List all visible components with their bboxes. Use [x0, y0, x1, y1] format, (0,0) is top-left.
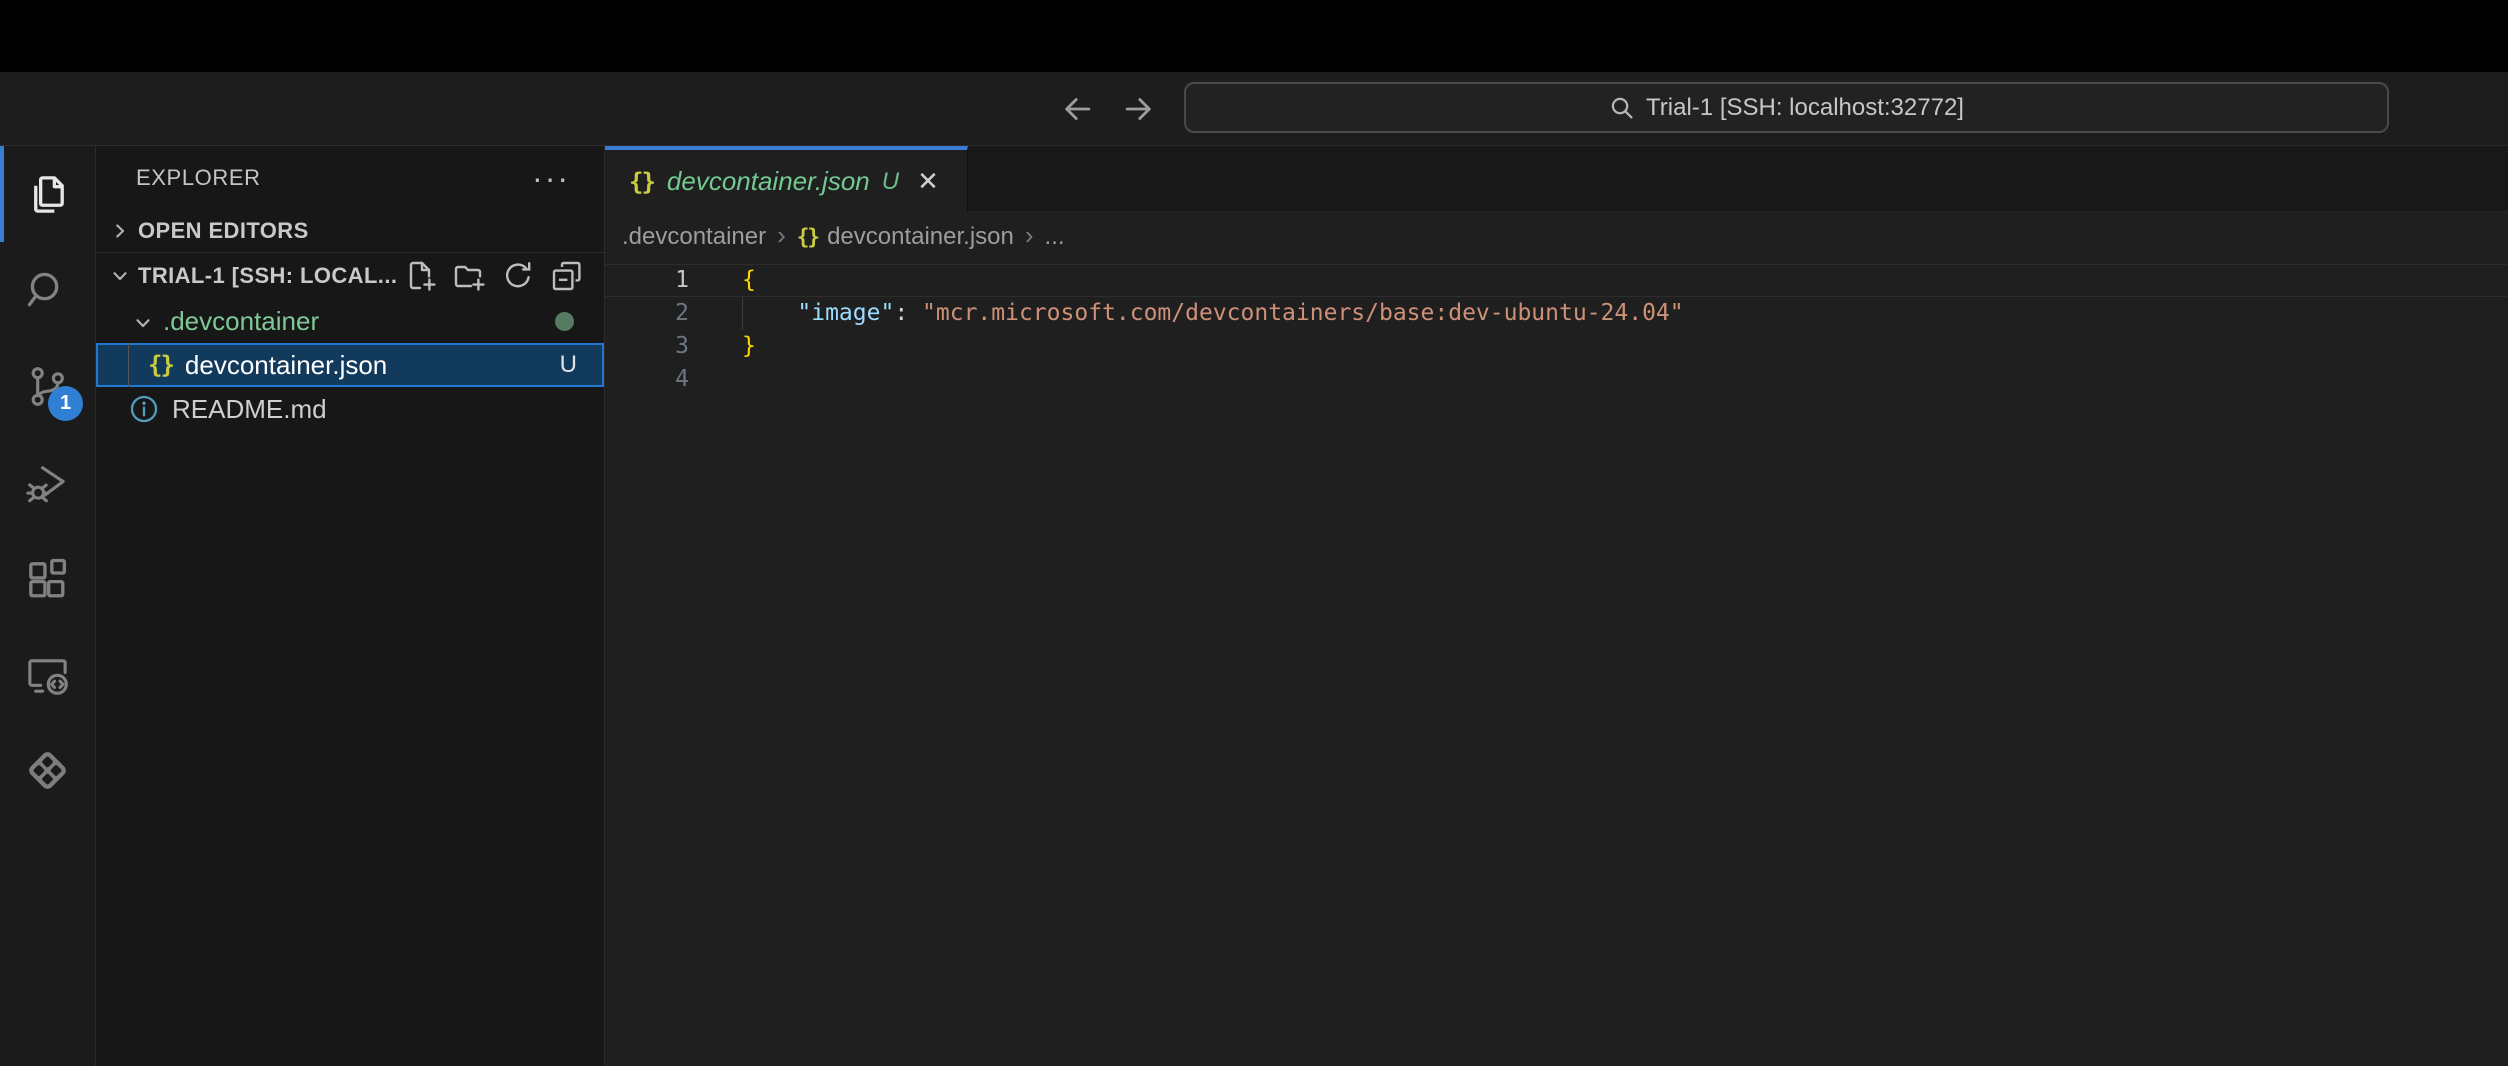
remote-explorer-icon	[24, 651, 71, 698]
refresh-button[interactable]	[502, 260, 534, 292]
run-debug-icon	[24, 459, 71, 506]
navigate-back-button[interactable]	[1058, 90, 1096, 128]
file-name: README.md	[172, 394, 327, 425]
file-name: devcontainer.json	[185, 350, 387, 381]
line-number: 1	[605, 264, 689, 297]
indent-guide	[742, 297, 743, 330]
arrow-left-icon	[1058, 90, 1096, 128]
token-property-key: "image"	[797, 300, 894, 326]
code-line-2[interactable]: 2 "image": "mcr.microsoft.com/devcontain…	[605, 297, 2508, 330]
token-string-value: "mcr.microsoft.com/devcontainers/base:de…	[922, 300, 1684, 326]
json-file-icon: {}	[148, 351, 173, 379]
new-folder-icon	[453, 260, 485, 292]
open-editors-section[interactable]: OPEN EDITORS	[96, 210, 604, 252]
chevron-down-icon	[109, 265, 131, 287]
line-number: 2	[605, 297, 689, 330]
activity-bar: 1	[0, 146, 96, 1066]
activity-remote-explorer[interactable]	[0, 626, 95, 722]
activity-explorer[interactable]	[0, 146, 95, 242]
refresh-icon	[502, 260, 534, 292]
tree-item-readme[interactable]: README.md	[96, 387, 604, 431]
readme-info-icon	[129, 394, 159, 424]
activity-extension-diamond[interactable]	[0, 722, 95, 818]
diamond-grid-icon	[24, 747, 71, 794]
line-number: 3	[605, 330, 689, 363]
title-bar: Trial-1 [SSH: localhost:32772]	[0, 72, 2508, 146]
search-icon	[1609, 95, 1635, 121]
tab-close-button[interactable]: ✕	[917, 166, 939, 197]
new-file-icon	[404, 260, 436, 292]
new-file-button[interactable]	[404, 260, 436, 292]
explorer-toolbar	[404, 260, 583, 292]
arrow-right-icon	[1120, 90, 1158, 128]
tab-bar-empty-space	[968, 146, 2508, 212]
chevron-separator: ›	[1023, 220, 1036, 255]
workspace-label: TRIAL-1 [SSH: LOCAL...	[138, 263, 404, 289]
code-editor[interactable]: 1 { 2 "image": "mcr.microsoft.com/devcon…	[605, 261, 2508, 1066]
json-file-icon: {}	[797, 225, 818, 249]
git-untracked-badge: U	[560, 351, 577, 379]
token-colon: :	[894, 300, 922, 326]
files-icon	[24, 171, 71, 218]
code-line-3[interactable]: 3 }	[605, 330, 2508, 363]
activity-search[interactable]	[0, 242, 95, 338]
new-folder-button[interactable]	[453, 260, 485, 292]
workspace-section-header[interactable]: TRIAL-1 [SSH: LOCAL...	[96, 252, 604, 299]
explorer-sidebar: EXPLORER ··· OPEN EDITORS TRIAL-1 [SSH: …	[96, 146, 605, 1066]
line-number: 4	[605, 363, 689, 396]
code-line-4[interactable]: 4	[605, 363, 2508, 396]
indent-guide	[128, 343, 129, 387]
extensions-icon	[24, 555, 71, 602]
sidebar-title: EXPLORER	[136, 165, 261, 191]
navigate-forward-button[interactable]	[1120, 90, 1158, 128]
token-indent	[742, 300, 797, 326]
chevron-separator: ›	[775, 220, 788, 255]
token-open-brace: {	[742, 267, 756, 293]
scm-changes-badge: 1	[48, 386, 83, 421]
tab-label: devcontainer.json	[667, 166, 870, 197]
chevron-down-icon	[132, 310, 154, 332]
editor-group: {} devcontainer.json U ✕ .devcontainer ›…	[605, 146, 2508, 1066]
menu-bar-strip	[0, 0, 2508, 72]
vscode-window: Trial-1 [SSH: localhost:32772]	[0, 0, 2508, 1066]
json-file-icon: {}	[629, 168, 654, 196]
command-center[interactable]: Trial-1 [SSH: localhost:32772]	[1184, 82, 2389, 133]
collapse-all-icon	[551, 260, 583, 292]
tab-devcontainer-json[interactable]: {} devcontainer.json U ✕	[605, 146, 968, 213]
tree-item-devcontainer-json[interactable]: {} devcontainer.json U	[96, 343, 604, 387]
open-editors-label: OPEN EDITORS	[138, 218, 309, 244]
tree-item-devcontainer-folder[interactable]: .devcontainer	[96, 299, 604, 343]
activity-source-control[interactable]: 1	[0, 338, 95, 434]
git-modified-dot	[555, 312, 574, 331]
command-center-title: Trial-1 [SSH: localhost:32772]	[1646, 94, 1964, 122]
tab-bar: {} devcontainer.json U ✕	[605, 146, 2508, 213]
code-line-1[interactable]: 1 {	[605, 264, 2508, 297]
sidebar-header: EXPLORER ···	[96, 146, 604, 210]
collapse-folders-button[interactable]	[551, 260, 583, 292]
chevron-right-icon	[109, 220, 131, 242]
folder-name: .devcontainer	[163, 306, 319, 337]
tab-git-badge: U	[882, 168, 899, 196]
breadcrumb-symbol[interactable]: ...	[1045, 223, 1065, 251]
breadcrumb-file[interactable]: devcontainer.json	[827, 223, 1014, 251]
search-icon	[24, 267, 71, 314]
more-actions-button[interactable]: ···	[532, 168, 570, 188]
token-close-brace: }	[742, 333, 756, 359]
breadcrumb: .devcontainer › {} devcontainer.json › .…	[605, 213, 2508, 261]
breadcrumb-folder[interactable]: .devcontainer	[622, 223, 766, 251]
activity-extensions[interactable]	[0, 530, 95, 626]
activity-run-debug[interactable]	[0, 434, 95, 530]
